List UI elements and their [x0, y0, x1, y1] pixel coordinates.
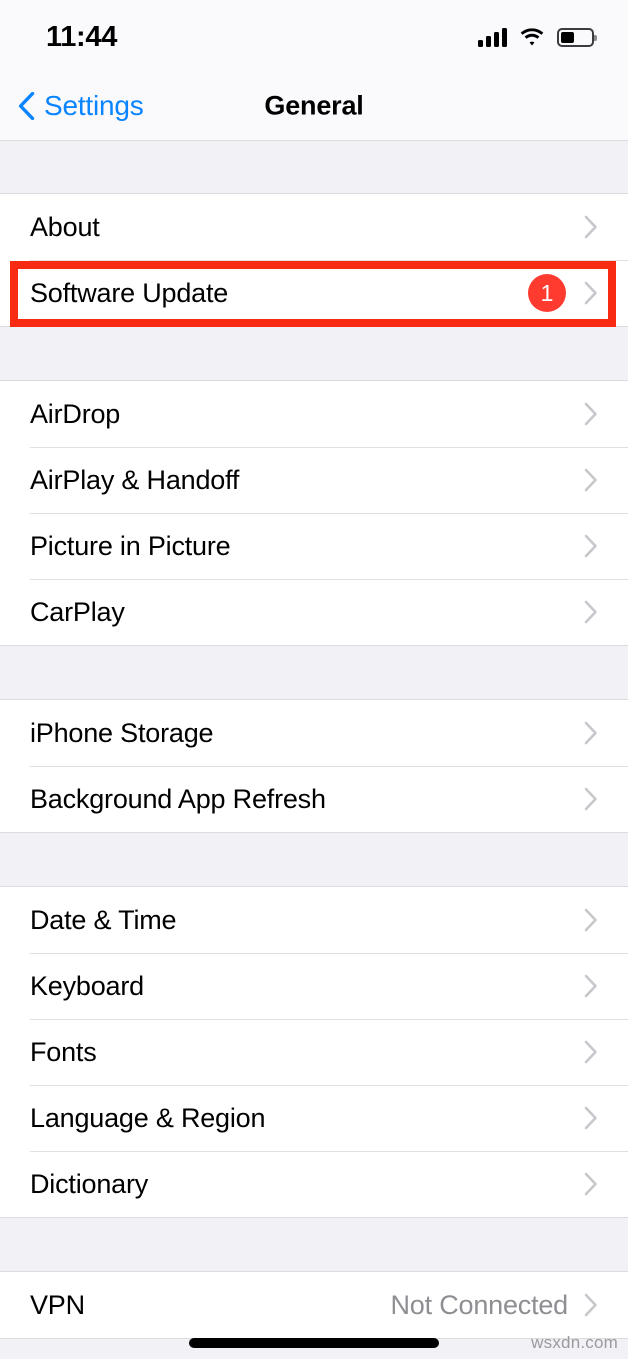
list-item[interactable]: Picture in Picture [0, 513, 628, 579]
watermark: wsxdn.com [531, 1333, 618, 1352]
list-item-value: Not Connected [390, 1289, 568, 1320]
list-item-label: Software Update [30, 277, 229, 308]
list-item[interactable]: CarPlay [0, 579, 628, 645]
list-item-label: CarPlay [30, 596, 125, 627]
chevron-right-icon [584, 468, 604, 492]
list-item-label: VPN [30, 1289, 85, 1320]
notification-badge: 1 [528, 274, 566, 312]
list-item-label: Keyboard [30, 970, 144, 1001]
cellular-signal-icon [478, 27, 507, 47]
list-item[interactable]: Date & Time [0, 887, 628, 953]
status-bar-time: 11:44 [46, 20, 118, 53]
chevron-right-icon [584, 534, 604, 558]
list-item-label: Picture in Picture [30, 530, 231, 561]
list-item[interactable]: Software Update 1 [0, 260, 628, 326]
list-item[interactable]: Language & Region [0, 1085, 628, 1151]
settings-group: About Software Update 1 [0, 193, 628, 327]
chevron-right-icon [584, 1172, 604, 1196]
chevron-right-icon [584, 402, 604, 426]
list-item-label: AirDrop [30, 398, 121, 429]
battery-icon [557, 27, 597, 47]
group-spacer [0, 1218, 628, 1271]
group-spacer [0, 141, 628, 193]
settings-group: iPhone Storage Background App Refresh [0, 699, 628, 833]
wifi-icon [519, 27, 545, 47]
group-spacer [0, 646, 628, 699]
list-item-label: AirPlay & Handoff [30, 464, 240, 495]
status-bar: 11:44 [0, 0, 628, 72]
iphone-settings-screen: 11:44 Settings General About Software Up… [0, 0, 628, 1359]
list-item[interactable]: Fonts [0, 1019, 628, 1085]
chevron-right-icon [584, 1293, 604, 1317]
navigation-bar: Settings General [0, 72, 628, 141]
list-item-label: Dictionary [30, 1168, 149, 1199]
status-bar-icons [478, 27, 597, 47]
chevron-right-icon [584, 1040, 604, 1064]
settings-group: VPN Not Connected [0, 1271, 628, 1339]
page-title: General [264, 90, 364, 121]
list-item-label: About [30, 211, 100, 242]
chevron-right-icon [584, 281, 604, 305]
settings-list[interactable]: About Software Update 1 AirDrop AirPlay & Ha… [0, 141, 628, 1359]
chevron-right-icon [584, 787, 604, 811]
group-spacer [0, 327, 628, 380]
chevron-right-icon [584, 908, 604, 932]
chevron-right-icon [584, 974, 604, 998]
chevron-right-icon [584, 1106, 604, 1130]
list-item[interactable]: Background App Refresh [0, 766, 628, 832]
list-item[interactable]: AirPlay & Handoff [0, 447, 628, 513]
list-item-label: Fonts [30, 1036, 97, 1067]
settings-group: Date & Time Keyboard Fonts Language & Regio… [0, 886, 628, 1218]
list-item[interactable]: Keyboard [0, 953, 628, 1019]
home-indicator [189, 1338, 439, 1348]
group-spacer [0, 833, 628, 886]
list-item-label: iPhone Storage [30, 717, 214, 748]
list-item-label: Date & Time [30, 904, 177, 935]
list-item[interactable]: iPhone Storage [0, 700, 628, 766]
list-item[interactable]: VPN Not Connected [0, 1272, 628, 1338]
list-item[interactable]: About [0, 194, 628, 260]
chevron-right-icon [584, 215, 604, 239]
chevron-right-icon [584, 721, 604, 745]
list-item-label: Language & Region [30, 1102, 266, 1133]
list-item[interactable]: AirDrop [0, 381, 628, 447]
settings-group: AirDrop AirPlay & Handoff Picture in Pictu… [0, 380, 628, 646]
list-item[interactable]: Dictionary [0, 1151, 628, 1217]
list-item-label: Background App Refresh [30, 783, 326, 814]
chevron-right-icon [584, 600, 604, 624]
